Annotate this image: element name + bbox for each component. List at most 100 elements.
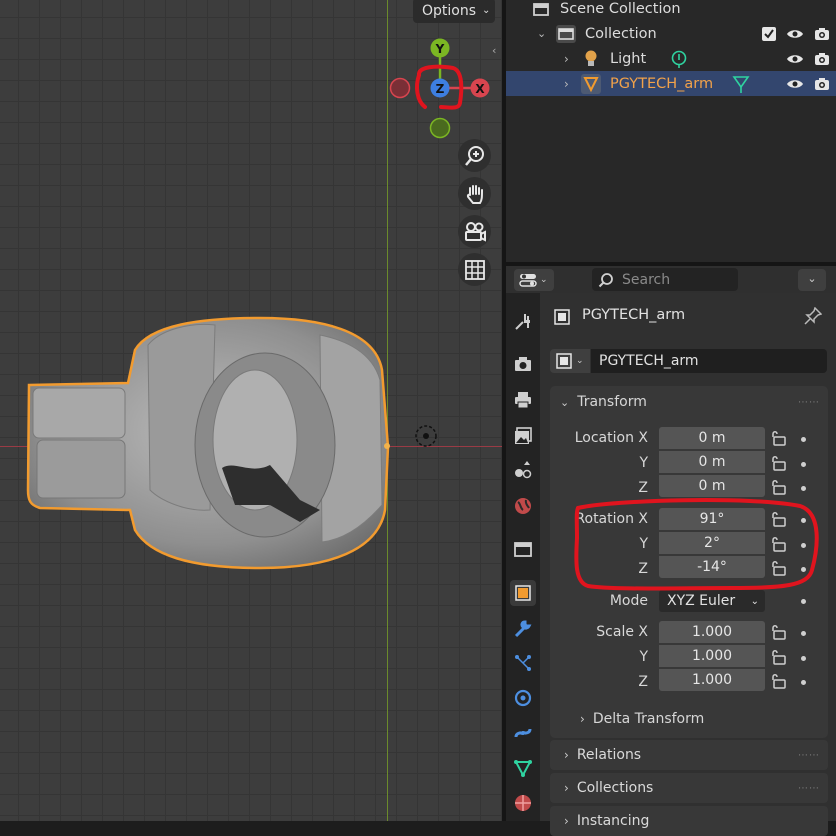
light-data-icon bbox=[671, 50, 687, 68]
tool-tab-icon[interactable] bbox=[510, 308, 536, 334]
collection-tab-icon[interactable] bbox=[510, 536, 536, 562]
material-tab-icon[interactable] bbox=[510, 790, 536, 816]
unlock-icon[interactable] bbox=[769, 429, 787, 447]
transform-panel: ⌄ Transform ⋯⋯ Location X 0 m Y 0 m Z 0 … bbox=[550, 386, 828, 738]
chevron-right-icon: › bbox=[564, 814, 569, 828]
keyframe-dot-icon[interactable] bbox=[801, 631, 806, 636]
3d-viewport[interactable]: Options ⌄ ‹ Y X Z bbox=[0, 0, 502, 821]
view-layer-tab-icon[interactable] bbox=[510, 423, 536, 449]
mesh-object-icon bbox=[581, 73, 601, 94]
keyframe-dot-icon[interactable] bbox=[801, 462, 806, 467]
rotation-annotation bbox=[574, 498, 819, 591]
chevron-down-icon: ⌄ bbox=[482, 5, 491, 16]
gizmo-z-label: Z bbox=[436, 82, 445, 96]
unlock-icon[interactable] bbox=[769, 478, 787, 496]
location-x-field[interactable]: 0 m bbox=[659, 427, 765, 449]
location-z-field[interactable]: 0 m bbox=[659, 475, 765, 497]
grid-ortho-icon[interactable] bbox=[458, 253, 491, 286]
object-name-field[interactable]: PGYTECH_arm bbox=[591, 349, 827, 373]
location-z-label: Z bbox=[638, 480, 648, 496]
checkbox-icon[interactable] bbox=[762, 26, 776, 41]
object-datablock-selector[interactable]: ⌄ bbox=[550, 349, 590, 373]
location-y-value: 0 m bbox=[698, 454, 726, 470]
chevron-down-icon: ⌄ bbox=[807, 272, 817, 285]
chevron-down-icon: ⌄ bbox=[540, 275, 548, 285]
scale-y-label: Y bbox=[639, 649, 648, 665]
unlock-icon[interactable] bbox=[769, 648, 787, 666]
drag-handle-icon[interactable]: ⋯⋯ bbox=[798, 750, 820, 761]
object-icon bbox=[556, 353, 572, 369]
eye-icon[interactable] bbox=[786, 53, 804, 65]
modifier-tab-icon[interactable] bbox=[510, 616, 536, 642]
scale-y-field[interactable]: 1.000 bbox=[659, 645, 765, 667]
outliner-item-pgytech-arm[interactable]: › PGYTECH_arm bbox=[506, 71, 836, 96]
world-tab-icon[interactable] bbox=[510, 493, 536, 519]
unlock-icon[interactable] bbox=[769, 454, 787, 472]
chevron-right-icon[interactable]: › bbox=[564, 77, 569, 91]
particles-tab-icon[interactable] bbox=[510, 650, 536, 676]
scene-tab-icon[interactable] bbox=[510, 457, 536, 483]
chevron-down-icon: ⌄ bbox=[750, 595, 759, 607]
chevron-right-icon: › bbox=[564, 781, 569, 795]
outliner-scene-collection[interactable]: Scene Collection bbox=[506, 0, 836, 21]
physics-tab-icon[interactable] bbox=[510, 685, 536, 711]
keyframe-dot-icon[interactable] bbox=[801, 680, 806, 685]
unlock-icon[interactable] bbox=[769, 672, 787, 690]
instancing-title: Instancing bbox=[576, 813, 650, 829]
relations-panel[interactable]: › Relations ⋯⋯ bbox=[550, 740, 828, 770]
drag-handle-icon[interactable]: ⋯⋯ bbox=[798, 397, 820, 408]
pin-icon[interactable] bbox=[804, 307, 822, 325]
scale-y-value: 1.000 bbox=[691, 648, 733, 664]
camera-icon[interactable] bbox=[814, 77, 830, 91]
chevron-down-icon[interactable]: ⌄ bbox=[537, 27, 546, 40]
pan-hand-icon[interactable] bbox=[458, 177, 491, 210]
scale-x-value: 1.000 bbox=[691, 624, 733, 640]
camera-icon[interactable] bbox=[814, 27, 830, 41]
outliner-item-light[interactable]: › Light bbox=[506, 46, 836, 71]
object-tab-icon[interactable] bbox=[510, 580, 536, 606]
keyframe-dot-icon[interactable] bbox=[801, 486, 806, 491]
search-input[interactable]: Search bbox=[592, 268, 738, 291]
transform-panel-header[interactable]: ⌄ Transform ⋯⋯ bbox=[550, 386, 828, 418]
delta-transform-subpanel[interactable]: › Delta Transform bbox=[550, 704, 828, 734]
camera-view-icon[interactable] bbox=[458, 215, 491, 248]
drag-handle-icon[interactable]: ⋯⋯ bbox=[798, 783, 820, 794]
collections-panel[interactable]: › Collections ⋯⋯ bbox=[550, 773, 828, 803]
light-icon bbox=[585, 50, 597, 66]
output-tab-icon[interactable] bbox=[510, 387, 536, 413]
eye-icon[interactable] bbox=[786, 28, 804, 40]
options-dropdown[interactable]: ⌄ bbox=[798, 269, 826, 291]
object-name-value: PGYTECH_arm bbox=[599, 353, 699, 369]
properties-panel: PGYTECH_arm ⌄ PGYTECH_arm ⌄ Transform ⋯⋯… bbox=[540, 293, 836, 836]
instancing-panel[interactable]: › Instancing bbox=[550, 806, 828, 836]
collection-icon bbox=[556, 24, 576, 43]
gizmo-y-label: Y bbox=[435, 42, 445, 56]
location-y-field[interactable]: 0 m bbox=[659, 451, 765, 473]
render-tab-icon[interactable] bbox=[510, 351, 536, 377]
properties-tabs bbox=[506, 293, 540, 821]
chevron-right-icon: › bbox=[564, 748, 569, 762]
transform-title: Transform bbox=[577, 394, 647, 410]
chevron-right-icon[interactable]: › bbox=[564, 52, 569, 66]
search-icon bbox=[598, 272, 613, 287]
camera-icon[interactable] bbox=[814, 52, 830, 66]
scale-z-label: Z bbox=[638, 674, 648, 690]
keyframe-dot-icon[interactable] bbox=[801, 437, 806, 442]
keyframe-dot-icon[interactable] bbox=[801, 599, 806, 604]
editor-type-dropdown[interactable]: ⌄ bbox=[514, 269, 554, 291]
scene-collection-icon bbox=[533, 2, 549, 16]
constraints-tab-icon[interactable] bbox=[510, 720, 536, 746]
object-data-tab-icon[interactable] bbox=[510, 755, 536, 781]
outliner[interactable]: Scene Collection ⌄ Collection › Light › … bbox=[506, 0, 836, 262]
scale-x-field[interactable]: 1.000 bbox=[659, 621, 765, 643]
options-dropdown[interactable]: Options ⌄ bbox=[413, 0, 495, 23]
outliner-collection[interactable]: ⌄ Collection bbox=[506, 21, 836, 46]
options-label: Options bbox=[422, 2, 477, 19]
navigation-gizmo[interactable]: Y X Z bbox=[385, 35, 495, 145]
unlock-icon[interactable] bbox=[769, 623, 787, 641]
eye-icon[interactable] bbox=[786, 78, 804, 90]
scale-z-field[interactable]: 1.000 bbox=[659, 669, 765, 691]
keyframe-dot-icon[interactable] bbox=[801, 656, 806, 661]
zoom-icon[interactable] bbox=[458, 139, 491, 172]
scale-x-label: Scale X bbox=[596, 624, 648, 640]
